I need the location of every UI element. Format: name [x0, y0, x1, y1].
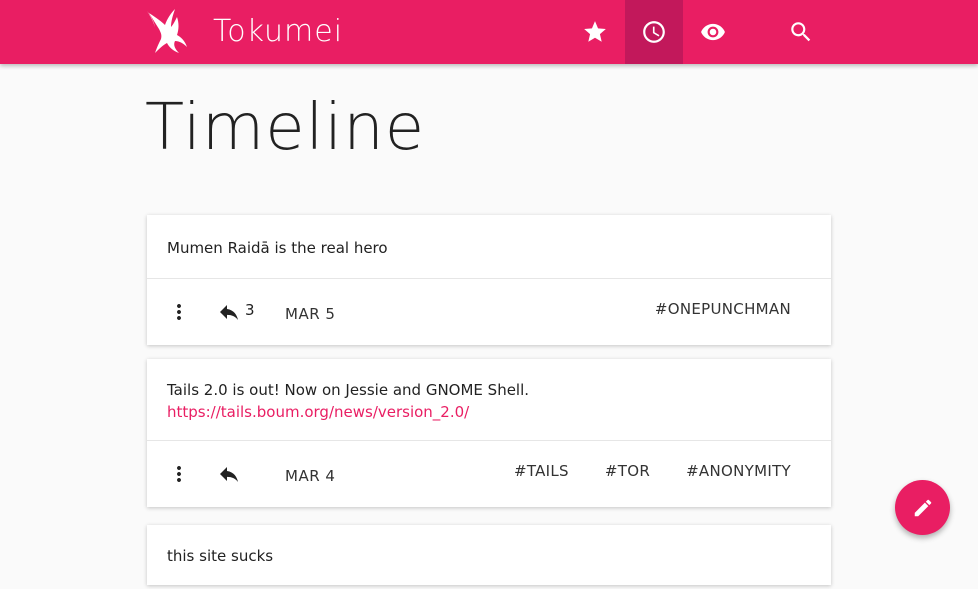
reply-count: 3 [245, 301, 255, 319]
post-link[interactable]: https://tails.boum.org/news/version_2.0/ [167, 401, 811, 423]
eagle-logo-icon[interactable] [145, 9, 187, 55]
post-body[interactable]: Tails 2.0 is out! Now on Jessie and GNOM… [147, 359, 831, 440]
post-menu-button[interactable] [167, 462, 191, 486]
app-brand-title[interactable]: Tokumei [213, 13, 343, 51]
post-text: Mumen Raidā is the real hero [167, 239, 388, 257]
post-card: Mumen Raidā is the real hero 3 MAR 5 #ON… [147, 215, 831, 345]
post-footer: 3 MAR 5 #ONEPUNCHMAN [147, 278, 831, 345]
top-app-bar: Tokumei [0, 0, 978, 64]
post-menu-button[interactable] [167, 300, 191, 324]
reply-button[interactable] [217, 462, 241, 486]
tag-link[interactable]: #TOR [605, 461, 650, 481]
post-tags: #ONEPUNCHMAN [619, 299, 791, 319]
post-tags: #TAILS #TOR #ANONYMITY [478, 461, 791, 481]
pencil-icon [914, 499, 931, 516]
page-title: Timeline [145, 91, 426, 165]
eye-icon [701, 23, 725, 41]
post-date: MAR 4 [285, 467, 336, 485]
post-text: Tails 2.0 is out! Now on Jessie and GNOM… [167, 381, 530, 399]
nav-timeline-button[interactable] [625, 0, 683, 64]
post-footer: MAR 4 #TAILS #TOR #ANONYMITY [147, 440, 831, 507]
tag-link[interactable]: #TAILS [514, 461, 569, 481]
post-card: Tails 2.0 is out! Now on Jessie and GNOM… [147, 359, 831, 507]
post-body[interactable]: Mumen Raidā is the real hero [147, 215, 831, 278]
more-vert-icon [177, 466, 181, 482]
tag-link[interactable]: #ANONYMITY [686, 461, 791, 481]
nav-watching-button[interactable] [684, 0, 742, 64]
clock-icon [643, 21, 665, 43]
post-card: this site sucks [147, 525, 831, 585]
post-date: MAR 5 [285, 305, 336, 323]
post-text: this site sucks [167, 547, 274, 565]
star-icon [584, 21, 606, 42]
tag-link[interactable]: #ONEPUNCHMAN [655, 299, 791, 319]
nav-search-button[interactable] [772, 0, 830, 64]
nav-starred-button[interactable] [566, 0, 624, 64]
compose-post-button[interactable] [895, 480, 950, 535]
more-vert-icon [177, 304, 181, 320]
search-icon [791, 22, 811, 42]
reply-button[interactable] [217, 300, 241, 324]
reply-icon [220, 467, 238, 482]
reply-icon [220, 305, 238, 320]
post-body[interactable]: this site sucks [147, 525, 831, 589]
